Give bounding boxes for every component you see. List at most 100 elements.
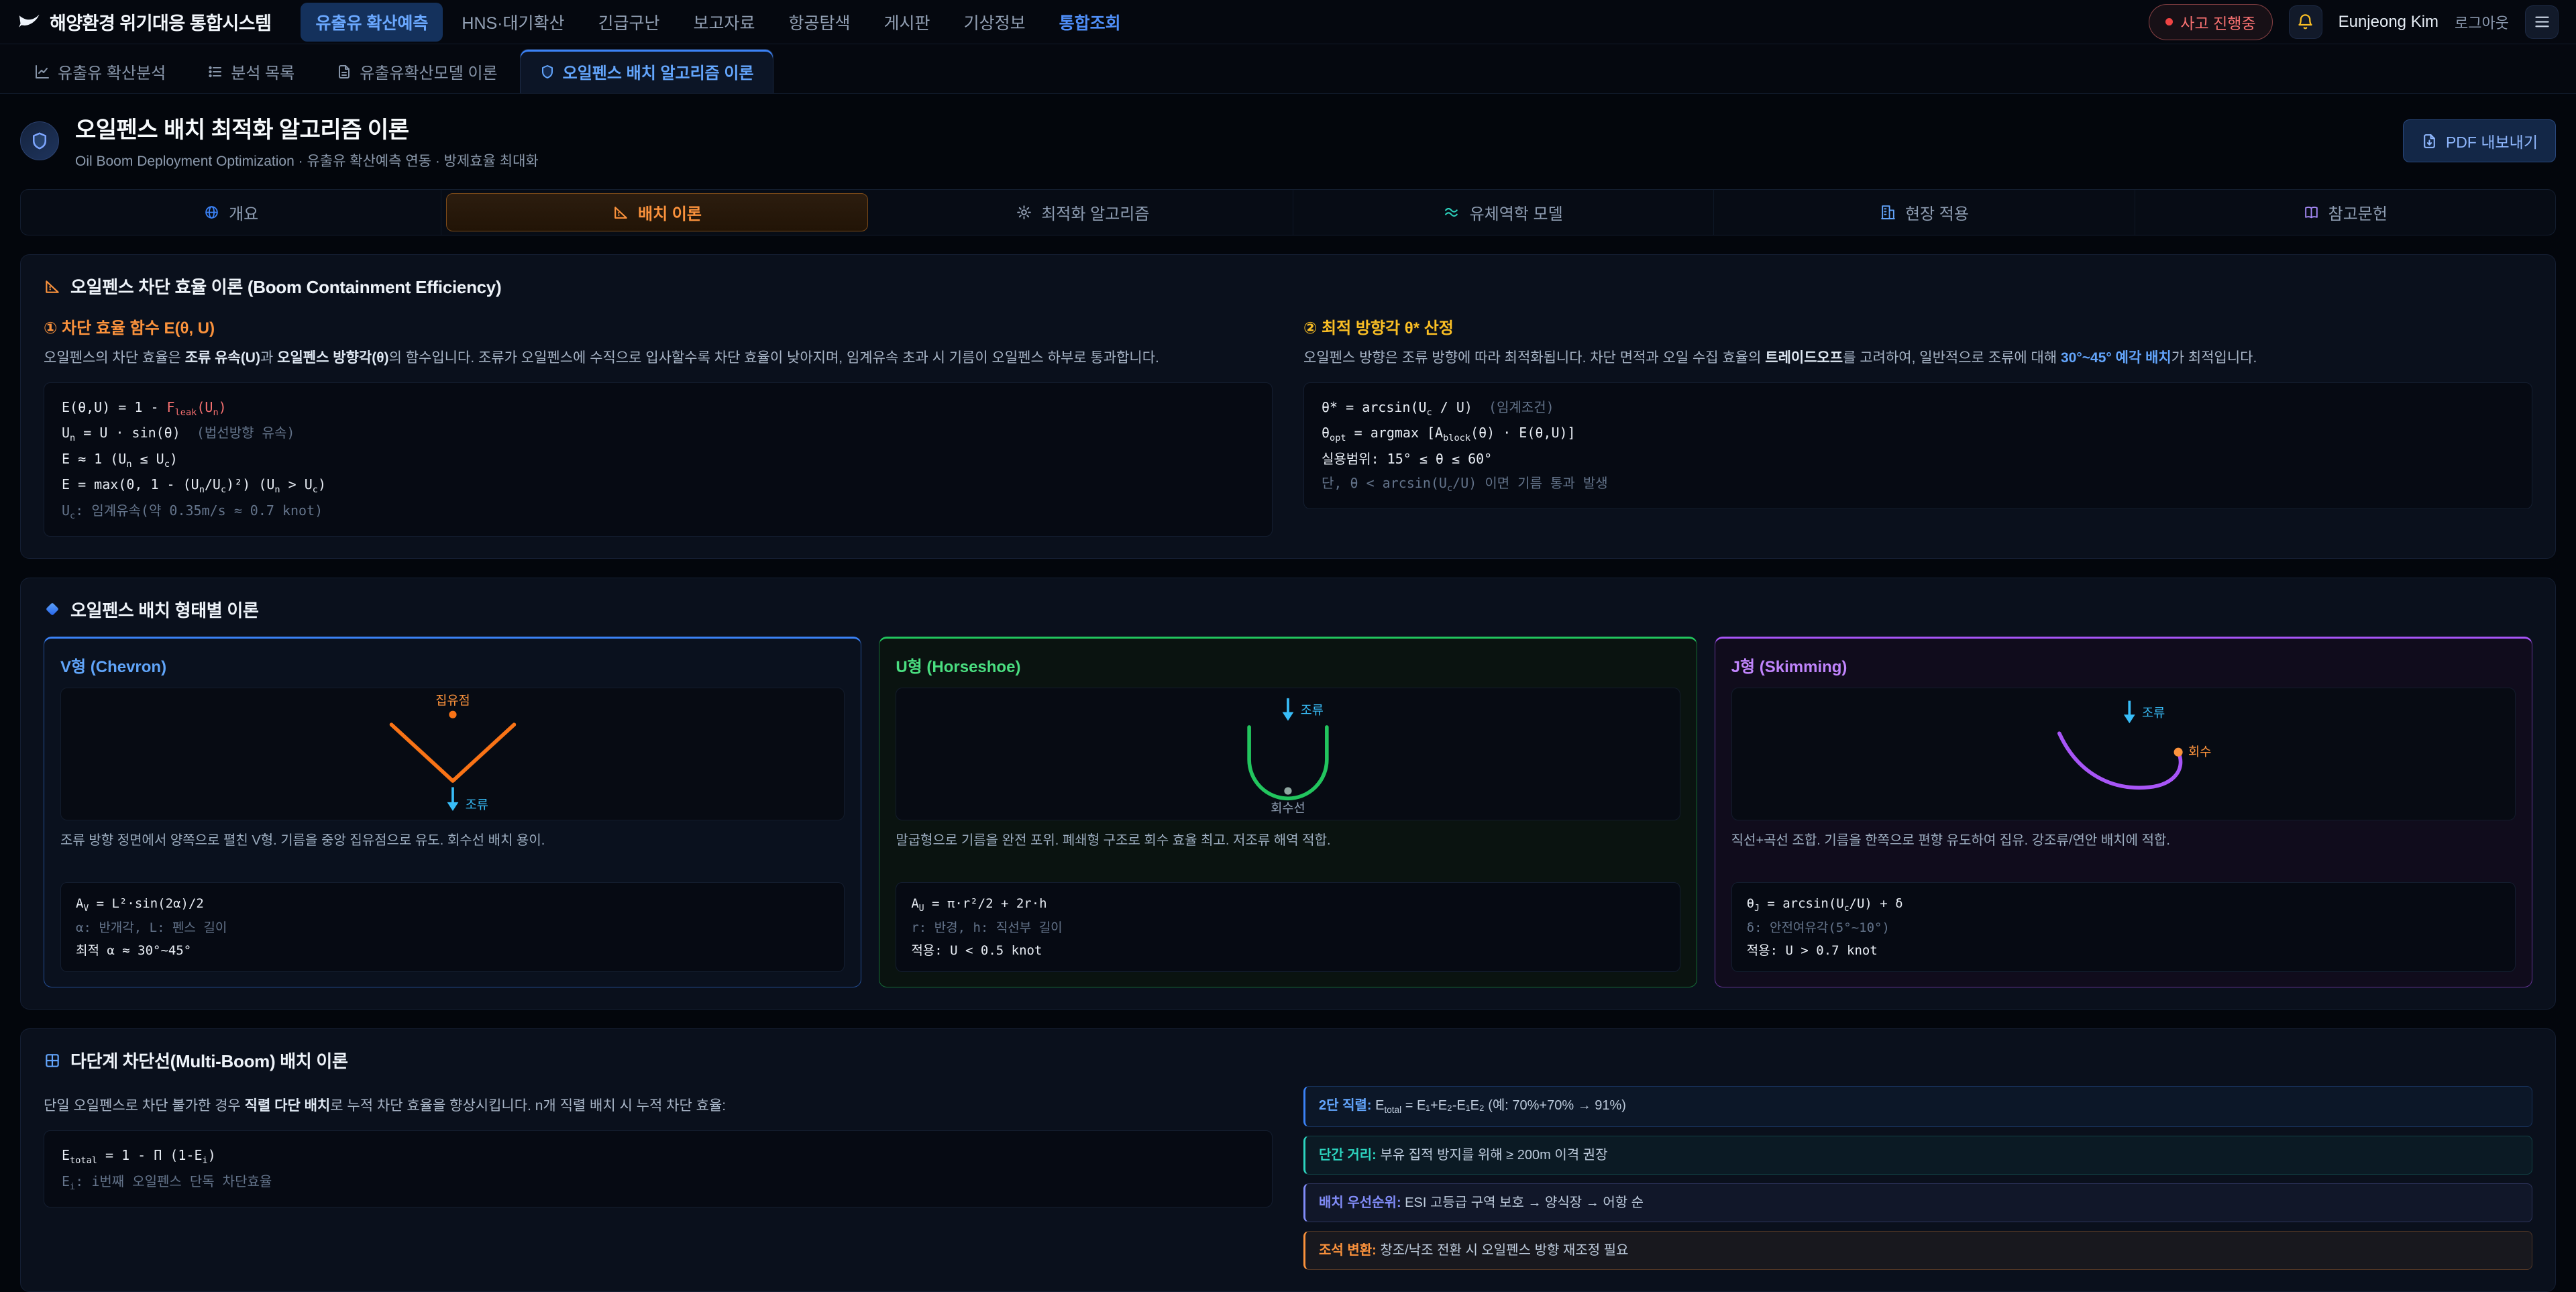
nav-right-cluster: 사고 진행중 Eunjeong Kim 로그아웃 <box>2149 4 2559 40</box>
shape-name: U형 (Horseshoe) <box>896 653 1680 677</box>
v-boom-diagram: 집유점 조류 <box>60 688 845 820</box>
shield-icon <box>539 64 555 80</box>
formula-line: E ≈ 1 (Un ≤ Uc) <box>62 447 1254 472</box>
formula-block-optimal-angle: θ* = arcsin(Uc / U) (임계조건) θopt = argmax… <box>1303 382 2532 509</box>
shield-icon <box>30 131 50 151</box>
current-arrowhead <box>2124 714 2135 723</box>
section-tab-optimization-algorithm[interactable]: 최적화 알고리즘 <box>873 190 1293 235</box>
nav-item-hns-air-diffusion[interactable]: HNS·대기확산 <box>447 3 579 42</box>
v-boom-diagram-svg: 집유점 조류 <box>93 688 813 820</box>
containment-right-body: 오일펜스 방향은 조류 방향에 따라 최적화됩니다. 차단 면적과 오일 수집 … <box>1303 347 2532 370</box>
formula-line: Un = U · sin(θ) (법선방향 유속) <box>62 421 1254 446</box>
formula-block-u: AU = π·r²/2 + 2r·h r: 반경, h: 직선부 길이 적용: … <box>896 882 1680 972</box>
shape-card-u-horseshoe: U형 (Horseshoe) 조류 회수선 말굽형으로 기름을 완전 포위. 폐… <box>879 637 1697 987</box>
pdf-export-button[interactable]: PDF 내보내기 <box>2403 119 2556 162</box>
triangle-ruler-icon <box>44 278 61 295</box>
nav-item-reports[interactable]: 보고자료 <box>679 3 770 42</box>
formula-line: θopt = argmax [Ablock(θ) · E(θ,U)] <box>1322 421 2514 446</box>
collection-point-label: 집유점 <box>435 693 470 707</box>
tab-label: 분석 목록 <box>231 60 294 83</box>
wing-logo-icon <box>17 11 40 34</box>
current-label: 조류 <box>1301 703 1324 717</box>
nav-item-oil-spill-prediction[interactable]: 유출유 확산예측 <box>301 3 443 42</box>
shape-description: 직선+곡선 조합. 기름을 한쪽으로 편향 유도하여 집유. 강조류/연안 배치… <box>1731 830 2516 874</box>
formula-block-v: AV = L²·sin(2α)/2 α: 반개각, L: 펜스 길이 최적 α … <box>60 882 845 972</box>
formula-line: θJ = arcsin(Uc/U) + δ <box>1747 892 2500 916</box>
page-subtitle: Oil Boom Deployment Optimization · 유출유 확… <box>75 150 539 170</box>
containment-columns: ① 차단 효율 함수 E(θ, U) 오일펜스의 차단 효율은 조류 유속(U)… <box>44 315 2532 537</box>
formula-line: AV = L²·sin(2α)/2 <box>76 892 829 916</box>
tab-boom-algorithm-theory[interactable]: 오일펜스 배치 알고리즘 이론 <box>520 49 773 93</box>
section-tab-hydrodynamics-model[interactable]: 유체역학 모델 <box>1293 190 1714 235</box>
section-tab-deployment-theory[interactable]: 배치 이론 <box>446 193 867 231</box>
shape-description: 말굽형으로 기름을 완전 포위. 폐쇄형 구조로 회수 효율 최고. 저조류 해… <box>896 830 1680 874</box>
brand[interactable]: 해양환경 위기대응 통합시스템 <box>17 9 271 35</box>
nav-item-board[interactable]: 게시판 <box>869 3 945 42</box>
formula-line: 최적 α ≈ 30°~45° <box>76 939 829 962</box>
formula-line: 실용범위: 15° ≤ θ ≤ 60° <box>1322 447 2514 471</box>
nav-item-weather-info[interactable]: 기상정보 <box>949 3 1040 42</box>
page-title: 오일펜스 배치 최적화 알고리즘 이론 <box>75 111 539 144</box>
pdf-download-icon <box>2421 133 2438 150</box>
building-icon <box>1880 204 1896 221</box>
section-tab-field-application[interactable]: 현장 적용 <box>1714 190 2135 235</box>
tab-diffusion-model-theory[interactable]: 유출유확산모델 이론 <box>317 49 517 93</box>
grid-icon <box>44 1052 61 1069</box>
bell-icon <box>2296 13 2314 31</box>
formula-line: Ei: i번째 오일펜스 단독 차단효율 <box>62 1169 1254 1195</box>
containment-efficiency-card: 오일펜스 차단 효율 이론 (Boom Containment Efficien… <box>20 254 2556 559</box>
formula-line: θ* = arcsin(Uc / U) (임계조건) <box>1322 395 2514 421</box>
shape-card-j-skimming: J형 (Skimming) 조류 회수 직선+곡선 조합. 기름을 한쪽으로 편… <box>1715 637 2532 987</box>
u-boom-diagram-svg: 조류 회수선 <box>928 688 1648 820</box>
current-label: 조류 <box>2142 706 2165 720</box>
v-boom-shape <box>391 724 514 781</box>
tab-label: 오일펜스 배치 알고리즘 이론 <box>563 60 754 83</box>
multiboom-notes: 2단 직렬: Etotal = E₁+E₂-E₁E₂ (예: 70%+70% →… <box>1303 1086 2532 1269</box>
formula-line: 적용: U > 0.7 knot <box>1747 939 2500 962</box>
formula-block-j: θJ = arcsin(Uc/U) + δ δ: 안전여유각(5°~10°) 적… <box>1731 882 2516 972</box>
tab-analysis-list[interactable]: 분석 목록 <box>188 49 314 93</box>
current-arrowhead <box>447 802 458 811</box>
current-label: 조류 <box>465 798 488 812</box>
card-header: 오일펜스 차단 효율 이론 (Boom Containment Efficien… <box>44 274 2532 299</box>
page-titles: 오일펜스 배치 최적화 알고리즘 이론 Oil Boom Deployment … <box>75 111 539 170</box>
shape-name: J형 (Skimming) <box>1731 653 2516 677</box>
nav-item-integrated-search[interactable]: 통합조회 <box>1044 3 1136 42</box>
document-icon <box>336 64 352 80</box>
j-boom-diagram: 조류 회수 <box>1731 688 2516 820</box>
j-boom-shape <box>2059 733 2181 788</box>
formula-block-efficiency: E(θ,U) = 1 - Fleak(Un) Un = U · sin(θ) (… <box>44 382 1273 537</box>
formula-line: Etotal = 1 - Π (1-Ei) <box>62 1143 1254 1169</box>
shape-card-v-chevron: V형 (Chevron) 집유점 조류 조류 방향 정면에서 양쪽으로 펼친 V… <box>44 637 861 987</box>
diamond-icon <box>44 600 61 618</box>
card-title: 오일펜스 배치 형태별 이론 <box>70 597 259 622</box>
section-tab-label: 유체역학 모델 <box>1470 201 1563 224</box>
section-tab-references[interactable]: 참고문헌 <box>2135 190 2555 235</box>
u-boom-diagram: 조류 회수선 <box>896 688 1680 820</box>
tab-spill-diffusion-analysis[interactable]: 유출유 확산분석 <box>15 49 185 93</box>
note-stage-spacing: 단간 거리: 부유 집적 방지를 위해 ≥ 200m 이격 권장 <box>1303 1136 2532 1175</box>
section-tab-overview[interactable]: 개요 <box>21 190 441 235</box>
section-tab-label: 배치 이론 <box>638 201 702 224</box>
nav-item-aerial-search[interactable]: 항공탐색 <box>774 3 865 42</box>
multiboom-body: 단일 오일펜스로 차단 불가한 경우 직렬 다단 배치로 누적 차단 효율을 향… <box>44 1095 1273 1118</box>
formula-block-multiboom: Etotal = 1 - Π (1-Ei) Ei: i번째 오일펜스 단독 차단… <box>44 1130 1273 1207</box>
list-icon <box>207 64 223 80</box>
notifications-button[interactable] <box>2289 5 2322 39</box>
nav-item-emergency-rescue[interactable]: 긴급구난 <box>584 3 675 42</box>
book-icon <box>2303 204 2320 221</box>
section-tab-bar: 개요 배치 이론 최적화 알고리즘 유체역학 모델 현장 적용 참고문헌 <box>20 189 2556 235</box>
formula-line: E(θ,U) = 1 - Fleak(Un) <box>62 395 1254 421</box>
shape-grid: V형 (Chevron) 집유점 조류 조류 방향 정면에서 양쪽으로 펼친 V… <box>44 637 2532 987</box>
note-serial-two-stage: 2단 직렬: Etotal = E₁+E₂-E₁E₂ (예: 70%+70% →… <box>1303 1086 2532 1126</box>
collection-point-dot <box>449 711 456 718</box>
recovery-vessel-dot <box>1284 787 1291 794</box>
logout-button[interactable]: 로그아웃 <box>2455 11 2509 33</box>
hamburger-menu-button[interactable] <box>2525 5 2559 39</box>
tab-label: 유출유확산모델 이론 <box>360 60 497 83</box>
containment-left-body: 오일펜스의 차단 효율은 조류 유속(U)과 오일펜스 방향각(θ)의 함수입니… <box>44 347 1273 370</box>
formula-line: AU = π·r²/2 + 2r·h <box>911 892 1664 916</box>
chart-icon <box>34 64 50 80</box>
multiboom-card: 다단계 차단선(Multi-Boom) 배치 이론 단일 오일펜스로 차단 불가… <box>20 1028 2556 1291</box>
note-tidal-change: 조석 변환: 창조/낙조 전환 시 오일펜스 방향 재조정 필요 <box>1303 1231 2532 1270</box>
